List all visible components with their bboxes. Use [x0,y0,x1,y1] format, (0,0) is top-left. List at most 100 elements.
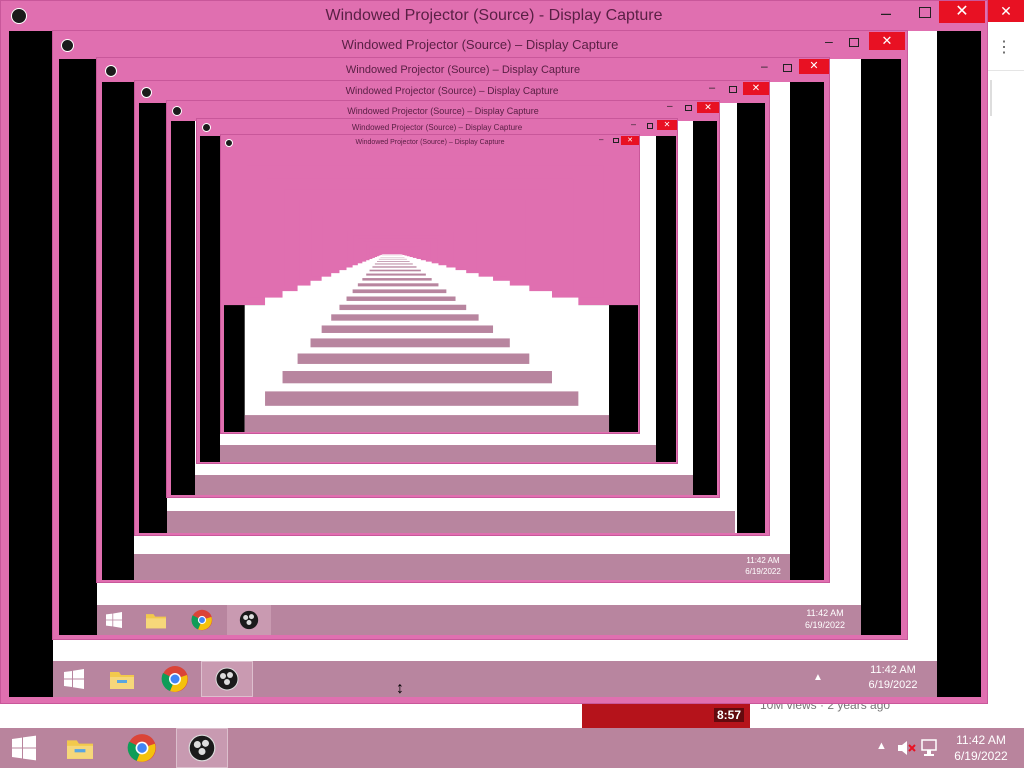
file-explorer-icon [67,740,93,759]
background-separator [988,70,1024,71]
tunnel-taskbar [366,273,426,276]
obs-logo-icon [225,139,233,147]
more-options-icon[interactable]: ⋮ [996,40,1012,56]
nested-minimize-icon: – [631,119,637,129]
captured-taskbar: ▲ 11:42 AM 6/19/2022 [53,661,937,697]
tunnel-frame [380,253,405,255]
nested-maximize-icon [613,138,619,143]
file-explorer-icon [110,672,134,689]
close-button[interactable]: ✕ [939,1,985,23]
video-duration: 8:57 [713,708,744,722]
obs-icon [188,734,216,762]
file-explorer-icon [146,614,166,629]
tunnel-taskbar [357,283,439,287]
start-button[interactable] [0,728,48,768]
minimize-button[interactable]: – [881,3,891,24]
nested-taskbar: 11:42 AM 6/19/2022 [134,554,790,580]
tunnel-taskbar [339,304,467,311]
obs-logo-icon [61,39,74,52]
tunnel-taskbar [321,325,494,333]
obs-icon [215,667,239,691]
nested-canvas [224,150,638,432]
window-title: Windowed Projector (Source) - Display Ca… [325,7,663,24]
recursive-tunnel [224,150,638,432]
obs-taskbar-button [201,661,253,697]
tunnel-taskbar [362,278,432,281]
video-thumbnail[interactable]: 8:57 [582,702,750,728]
windows-taskbar: ▲ 11:42 AM 6/19/2022 [0,728,1024,768]
obs-taskbar-button [227,605,271,635]
tunnel-taskbar [352,289,447,294]
nested-close-icon: ✕ [743,82,769,95]
nested-close-icon: ✕ [697,102,719,113]
obs-logo-icon [105,65,117,77]
clock-time: 11:42 AM [870,664,916,676]
windows-logo-icon [106,612,122,628]
windows-logo-icon [64,669,84,689]
taskbar-clock[interactable]: 11:42 AM 6/19/2022 [946,732,1016,764]
clock-date: 6/19/2022 [804,620,846,630]
volume-muted-icon[interactable] [896,739,916,757]
nested-window-title: Windowed Projector (Source) – Display Ca… [341,37,619,52]
nested-taskbar [195,475,693,495]
captured-clock: 11:42 AM 6/19/2022 [861,663,925,693]
nested-maximize-icon [685,105,692,111]
chrome-icon [127,734,156,762]
tunnel-taskbar [372,266,417,268]
background-panel-edge [990,80,992,116]
tray-up-icon: ▲ [813,672,823,683]
nested-close-icon: ✕ [621,136,639,145]
nested-maximize-icon [783,64,792,72]
nested-window-title: Windowed Projector (Source) – Display Ca… [345,64,581,76]
show-hidden-icons-button[interactable]: ▲ [876,740,887,752]
tunnel-taskbar [265,391,579,406]
clock-date: 6/19/2022 [868,679,918,691]
background-close-button[interactable]: ✕ [988,0,1024,22]
nested-minimize-icon: – [599,135,604,144]
tunnel-taskbar [369,269,421,272]
nested-window-title: Windowed Projector (Source) – Display Ca… [355,139,505,146]
obs-taskbar-button[interactable] [176,728,228,768]
tunnel-taskbar [297,353,530,364]
clock-time: 11:42 AM [956,733,1006,747]
chrome-icon [191,609,213,631]
resize-cursor-icon: ↕ [396,680,404,697]
nested-close-icon: ✕ [799,59,829,74]
tunnel-screen [381,254,403,256]
nested-clock: 11:42 AM 6/19/2022 [797,607,853,631]
nested-maximize-icon [729,86,737,93]
nested-minimize-icon: – [761,59,768,73]
obs-logo-icon [202,123,211,132]
obs-logo-icon [141,87,152,98]
tunnel-taskbar [374,263,413,265]
nested-close-icon: ✕ [657,120,677,130]
tunnel-taskbar [378,258,407,260]
tunnel-taskbar [282,371,552,384]
network-icon[interactable] [920,738,940,758]
nested-clock: 11:42 AM 6/19/2022 [738,555,788,577]
obs-logo-icon [11,8,27,24]
nested-minimize-icon: – [709,82,716,94]
maximize-button[interactable] [919,7,931,18]
nested-close-icon: ✕ [869,32,905,50]
clock-time: 11:42 AM [806,608,844,618]
obs-icon [239,610,259,630]
nested-minimize-icon: – [667,101,673,112]
clock-time: 11:42 AM [746,556,780,565]
nested-taskbar: 11:42 AM 6/19/2022 [97,605,861,635]
tunnel-taskbar [310,338,510,348]
clock-date: 6/19/2022 [745,567,781,576]
nested-minimize-icon: – [825,33,833,49]
nested-maximize-icon [849,38,859,47]
tunnel-taskbar [331,314,479,321]
nested-taskbar [220,445,656,462]
obs-logo-icon [172,106,182,116]
clock-date: 6/19/2022 [954,749,1008,763]
chrome-icon [161,666,188,692]
file-explorer-taskbar-button[interactable] [54,728,106,768]
nested-maximize-icon [647,123,653,129]
nested-projector-window-6: Windowed Projector (Source) – Display Ca… [220,134,640,434]
chrome-taskbar-button[interactable] [116,728,168,768]
tunnel-taskbar [376,261,410,262]
tunnel-taskbar [244,415,610,432]
